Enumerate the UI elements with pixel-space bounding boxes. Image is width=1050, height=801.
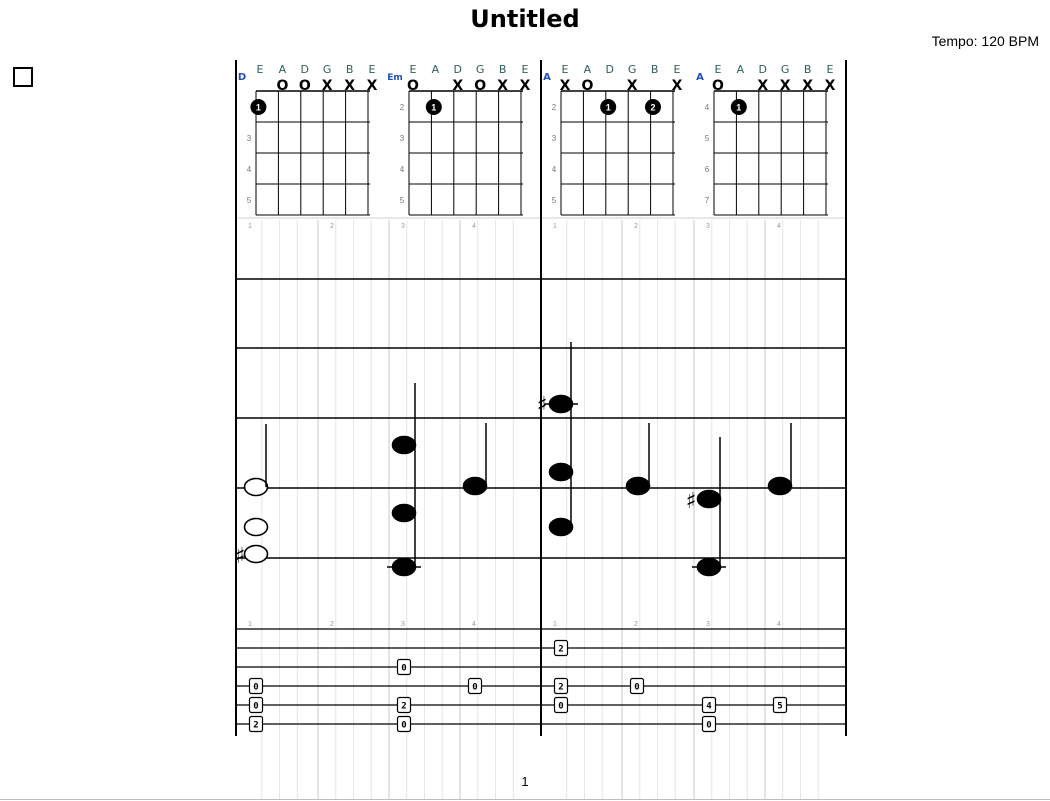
string-label: G (628, 63, 637, 76)
note-head (767, 476, 793, 496)
finger-number: 1 (736, 103, 741, 113)
string-label: A (432, 63, 440, 76)
beat-number: 3 (706, 621, 710, 628)
sharp-sign: ♯ (686, 489, 697, 514)
half-note-head (243, 544, 269, 564)
sharp-sign: ♯ (537, 393, 548, 418)
tab-fret-number: 0 (253, 702, 258, 712)
string-label: B (499, 63, 507, 76)
finger-number: 1 (606, 103, 611, 113)
chord-name: A (543, 72, 551, 83)
string-label: E (410, 63, 417, 76)
tab-fret-number: 0 (472, 683, 477, 693)
beat-number: 1 (553, 621, 557, 628)
beat-number: 1 (248, 621, 252, 628)
sharp-sign: ♯ (235, 544, 246, 569)
tab-fret-number: 2 (401, 702, 406, 712)
string-label: E (827, 63, 834, 76)
string-label: E (715, 63, 722, 76)
string-label: A (737, 63, 745, 76)
string-label: B (346, 63, 354, 76)
page-number: 1 (521, 774, 529, 789)
beat-number: 1 (248, 223, 252, 230)
tab-fret-number: 0 (401, 664, 406, 674)
page-divider (0, 799, 1050, 800)
beat-number: 2 (330, 223, 334, 230)
tab-fret-number: 5 (777, 702, 782, 712)
half-note-head (243, 517, 269, 537)
fret-number: 4 (400, 165, 405, 174)
beat-number: 3 (401, 621, 405, 628)
fret-number: 2 (400, 103, 405, 112)
fret-number: 4 (705, 103, 710, 112)
string-label: E (522, 63, 529, 76)
string-label: A (584, 63, 592, 76)
fret-number: 7 (705, 196, 710, 205)
fret-number: 5 (247, 196, 252, 205)
fret-number: 3 (400, 134, 405, 143)
tab-fret-number: 0 (558, 702, 563, 712)
tab-fret-number: 0 (706, 721, 711, 731)
finger-number: 1 (431, 103, 436, 113)
note-head (548, 517, 574, 537)
beat-number: 4 (777, 223, 781, 230)
note-head (625, 476, 651, 496)
fret-number: 4 (247, 165, 252, 174)
beat-number: 1 (553, 223, 557, 230)
tab-fret-number: 0 (634, 683, 639, 693)
tab-fret-number: 0 (253, 683, 258, 693)
string-label: E (369, 63, 376, 76)
fret-number: 3 (552, 134, 557, 143)
beat-number: 3 (706, 223, 710, 230)
half-note-head (243, 477, 269, 497)
string-label: G (476, 63, 485, 76)
tab-fret-number: 2 (558, 683, 563, 693)
beat-number: 2 (634, 223, 638, 230)
string-label: E (674, 63, 681, 76)
beat-number: 2 (330, 621, 334, 628)
note-head (548, 462, 574, 482)
beat-number: 4 (472, 621, 476, 628)
chord-name: A (696, 72, 704, 83)
tab-fret-number: 0 (401, 721, 406, 731)
fret-number: 6 (705, 165, 710, 174)
string-label: E (562, 63, 569, 76)
string-label: B (651, 63, 659, 76)
beat-number: 2 (634, 621, 638, 628)
score-sheet: 1122334411223344DE A D G B EO O X X X3451EmE A D G B E… (235, 60, 847, 800)
tab-fret-number: 2 (558, 645, 563, 655)
note-head (696, 489, 722, 509)
chord-name: D (238, 72, 246, 83)
fret-number: 3 (247, 134, 252, 143)
string-label: E (257, 63, 264, 76)
string-label: B (804, 63, 812, 76)
beat-number: 4 (472, 223, 476, 230)
string-label: D (606, 63, 614, 76)
tab-fret-number: 4 (706, 702, 712, 712)
beat-number: 3 (401, 223, 405, 230)
string-label: G (323, 63, 332, 76)
finger-number: 1 (256, 103, 261, 113)
string-label: D (301, 63, 309, 76)
string-label: D (759, 63, 767, 76)
fret-number: 5 (705, 134, 710, 143)
chord-name: Em (387, 73, 403, 83)
string-label: G (781, 63, 790, 76)
finger-number: 2 (650, 103, 655, 113)
note-head (391, 503, 417, 523)
tab-fret-number: 2 (253, 721, 258, 731)
fret-number: 2 (552, 103, 557, 112)
note-head (391, 435, 417, 455)
note-head (462, 476, 488, 496)
fret-number: 5 (400, 196, 405, 205)
beat-number: 4 (777, 621, 781, 628)
string-label: A (279, 63, 287, 76)
fret-number: 5 (552, 196, 557, 205)
string-label: D (454, 63, 462, 76)
fret-number: 4 (552, 165, 557, 174)
